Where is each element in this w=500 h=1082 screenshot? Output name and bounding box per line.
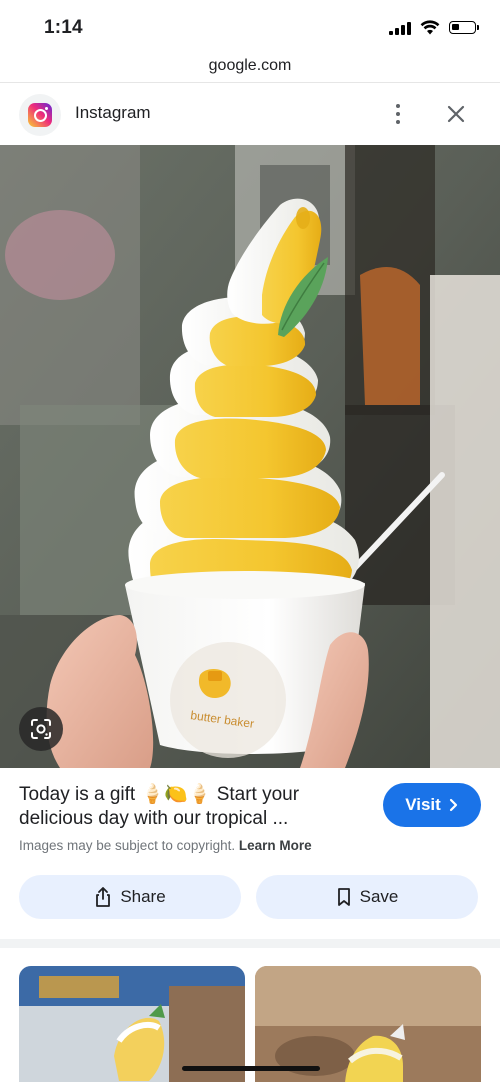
url-bar[interactable]: google.com	[0, 52, 500, 82]
more-options-icon[interactable]	[385, 101, 411, 127]
related-image-thumbnail	[255, 966, 481, 1082]
status-time: 1:14	[44, 17, 83, 38]
result-title[interactable]: Today is a gift 🍦🍋🍦 Start your delicious…	[19, 783, 364, 831]
section-divider	[0, 939, 500, 948]
related-image[interactable]	[255, 966, 481, 1082]
visit-button[interactable]: Visit	[383, 783, 481, 827]
bookmark-icon	[337, 888, 350, 906]
battery-icon	[449, 21, 479, 34]
copyright-notice: Images may be subject to copyright. Lear…	[19, 838, 312, 853]
wifi-icon	[420, 20, 440, 35]
save-label: Save	[359, 887, 399, 906]
instagram-icon	[28, 103, 52, 127]
status-icons	[389, 20, 479, 35]
main-image[interactable]: butter baker	[0, 145, 500, 768]
share-button[interactable]: Share	[19, 875, 241, 919]
home-indicator[interactable]	[182, 1066, 320, 1071]
soft-serve-photo: butter baker	[0, 145, 500, 768]
chevron-right-icon	[449, 798, 457, 812]
visit-label: Visit	[405, 795, 441, 814]
share-label: Share	[120, 887, 166, 906]
save-button[interactable]: Save	[256, 875, 478, 919]
status-bar: 1:14	[0, 0, 500, 52]
cellular-signal-icon	[389, 21, 411, 35]
battery-level	[452, 24, 459, 30]
close-icon[interactable]	[444, 102, 468, 126]
screen: 1:14 google.com Instagram butter baker T…	[0, 0, 500, 1082]
google-lens-icon	[31, 719, 51, 739]
learn-more-link[interactable]: Learn More	[239, 838, 312, 853]
copyright-text: Images may be subject to copyright.	[19, 838, 236, 853]
google-lens-button[interactable]	[19, 707, 63, 751]
source-logo[interactable]	[19, 94, 61, 136]
share-icon	[96, 887, 111, 907]
related-image-thumbnail	[19, 966, 245, 1082]
related-image[interactable]	[19, 966, 245, 1082]
source-header: Instagram	[0, 83, 500, 145]
source-name[interactable]: Instagram	[75, 103, 151, 123]
